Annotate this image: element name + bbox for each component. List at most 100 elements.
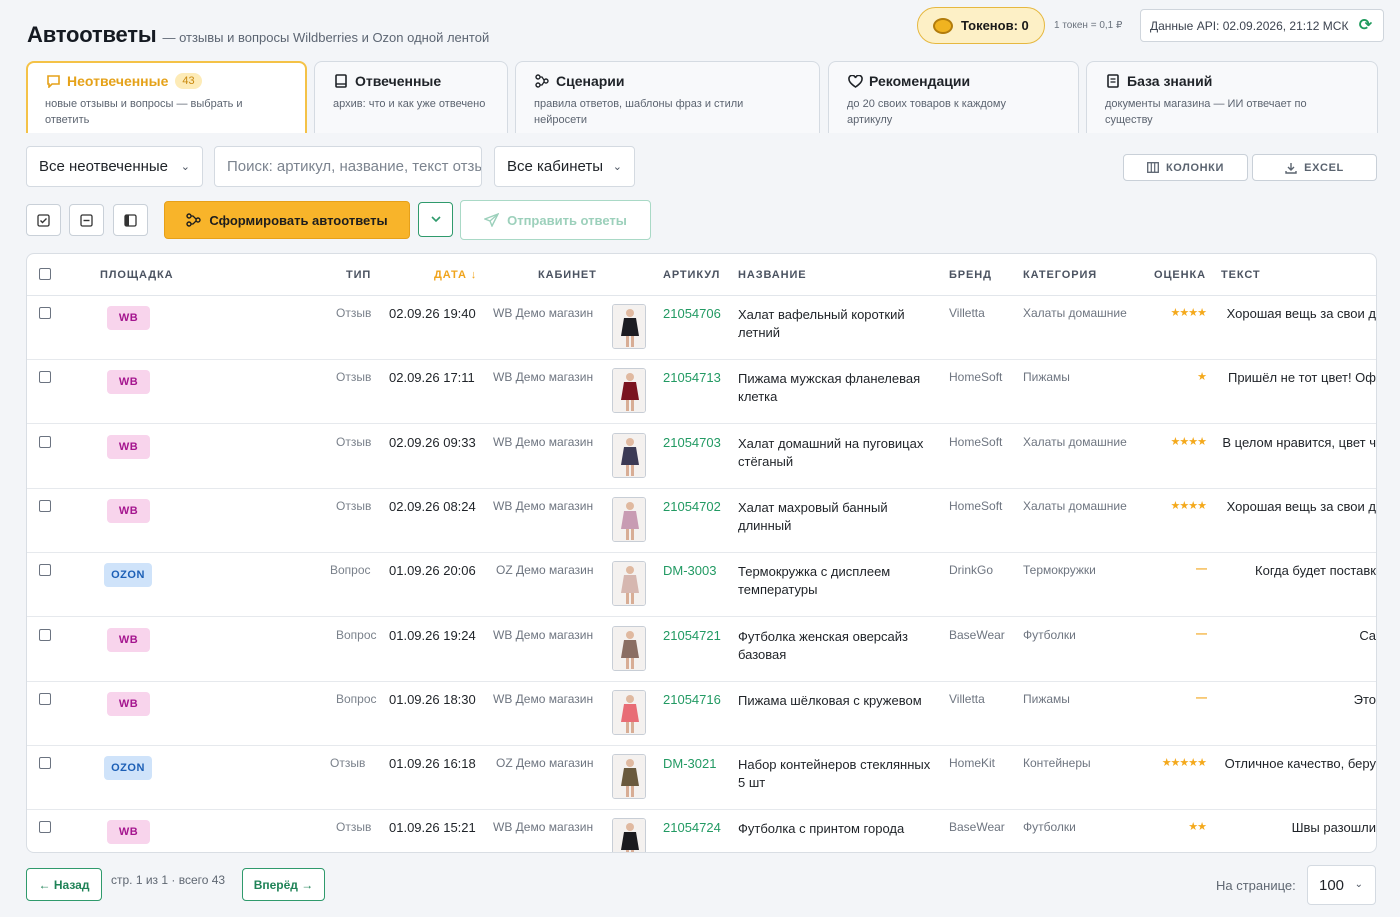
columns-button[interactable]: КОЛОНКИ: [1123, 154, 1248, 181]
row-text: Это: [1216, 692, 1376, 707]
row-date: 02.09.26 19:40: [389, 306, 476, 321]
tab-unanswered[interactable]: Неотвеченные 43 новые отзывы и вопросы —…: [26, 61, 307, 133]
col-cabinet[interactable]: КАБИНЕТ: [538, 269, 597, 281]
tokens-balance[interactable]: Токенов: 0: [917, 7, 1045, 44]
product-thumbnail[interactable]: [612, 496, 646, 542]
search-input[interactable]: [214, 146, 482, 187]
row-article-link[interactable]: 21054706: [663, 306, 721, 321]
table-row[interactable]: WB Отзыв 02.09.26 19:40 WB Демо магазин 2105…: [27, 296, 1376, 360]
row-cabinet: WB Демо магазин: [493, 691, 594, 706]
product-thumbnail[interactable]: [612, 432, 646, 478]
col-rating[interactable]: ОЦЕНКА: [1154, 269, 1206, 281]
table-row[interactable]: WB Отзыв 02.09.26 08:24 WB Демо магазин 2105…: [27, 489, 1376, 553]
row-rating: —: [1196, 563, 1207, 576]
archive-icon: [333, 73, 349, 89]
row-cabinet: WB Демо магазин: [493, 370, 594, 385]
row-article-link[interactable]: 21054716: [663, 692, 721, 707]
row-brand: Villetta: [949, 691, 985, 706]
table-row[interactable]: WB Отзыв 02.09.26 17:11 WB Демо магазин 2105…: [27, 360, 1376, 425]
table-row[interactable]: WB Отзыв 02.09.26 09:33 WB Демо магазин 2105…: [27, 425, 1376, 489]
tab-knowledge-base[interactable]: База знаний документы магазина — ИИ отве…: [1086, 61, 1378, 133]
col-category[interactable]: КАТЕГОРИЯ: [1023, 269, 1097, 281]
row-rating: ★: [1197, 371, 1207, 384]
tab-bar: Неотвеченные 43 новые отзывы и вопросы —…: [26, 61, 1378, 133]
col-date[interactable]: ДАТА ↓: [434, 269, 477, 281]
row-checkbox[interactable]: [39, 371, 51, 384]
row-checkbox[interactable]: [39, 628, 51, 641]
row-article-link[interactable]: DM-3003: [663, 563, 716, 578]
tab-answered[interactable]: Отвеченные архив: что и как уже отвечено: [314, 61, 508, 133]
row-date: 02.09.26 08:24: [389, 498, 476, 514]
row-checkbox[interactable]: [39, 757, 51, 770]
row-cabinet: WB Демо магазин: [493, 627, 594, 642]
row-brand: HomeSoft: [949, 498, 1003, 513]
product-thumbnail[interactable]: [612, 304, 646, 349]
table-row[interactable]: WB Вопрос 01.09.26 18:30 WB Демо магазин 210…: [27, 682, 1376, 746]
product-thumbnail[interactable]: [612, 818, 646, 852]
row-type: Отзыв: [336, 434, 372, 449]
row-article-link[interactable]: 21054724: [663, 820, 721, 835]
platform-badge: WB: [107, 820, 150, 845]
row-article-link[interactable]: 21054713: [663, 370, 721, 385]
deselect-button[interactable]: [69, 204, 104, 236]
row-article-link[interactable]: 21054702: [663, 499, 721, 514]
row-cabinet: WB Демо магазин: [493, 434, 594, 449]
chevron-down-icon: ⌄: [1354, 879, 1363, 890]
table-row[interactable]: WB Вопрос 01.09.26 19:24 WB Демо магазин 210…: [27, 618, 1376, 682]
product-thumbnail[interactable]: [612, 368, 646, 414]
table-row[interactable]: OZON Отзыв 01.09.26 16:18 OZ Демо магазин DM…: [27, 746, 1376, 811]
send-replies-button[interactable]: Отправить ответы: [460, 200, 651, 240]
row-product-name: Футболка женская оверсайз базовая: [738, 628, 908, 662]
product-thumbnail[interactable]: [612, 625, 646, 671]
row-type: Отзыв: [330, 756, 366, 771]
col-brand[interactable]: БРЕНД: [949, 269, 992, 281]
row-rating: ★★: [1188, 821, 1207, 834]
cabinet-filter-select[interactable]: Все кабинеты ⌄: [494, 146, 635, 187]
row-checkbox[interactable]: [39, 564, 51, 577]
status-filter-select[interactable]: Все неотвеченные ⌄: [26, 146, 203, 187]
product-thumbnail[interactable]: [612, 754, 646, 800]
tab-scenarios[interactable]: Сценарии правила ответов, шаблоны фраз и…: [515, 61, 820, 133]
tab-count-badge: 43: [175, 73, 202, 89]
table-row[interactable]: OZON Вопрос 01.09.26 20:06 OZ Демо магазин D…: [27, 553, 1376, 618]
excel-label: EXCEL: [1304, 161, 1344, 174]
per-page-select[interactable]: 100 ⌄: [1307, 865, 1376, 905]
row-checkbox[interactable]: [39, 692, 51, 705]
prev-page-button[interactable]: ← Назад: [26, 868, 102, 901]
row-checkbox[interactable]: [39, 435, 51, 448]
col-type[interactable]: ТИП: [346, 269, 371, 281]
product-thumbnail[interactable]: [612, 689, 646, 735]
col-name[interactable]: НАЗВАНИЕ: [738, 269, 807, 281]
tab-label: Рекомендации: [869, 73, 971, 89]
next-page-button[interactable]: Вперёд →: [242, 868, 325, 901]
row-type: Вопрос: [336, 627, 377, 642]
flow-icon: [534, 73, 550, 89]
row-product-name: Футболка с принтом города: [738, 821, 905, 837]
table-row[interactable]: WB Отзыв 01.09.26 15:21 WB Демо магазин 2105…: [27, 810, 1376, 852]
tab-description: архив: что и как уже отвечено: [333, 98, 486, 110]
generate-options-button[interactable]: [418, 202, 453, 237]
product-thumbnail[interactable]: [612, 561, 646, 607]
excel-export-button[interactable]: EXCEL: [1252, 154, 1377, 181]
col-article[interactable]: АРТИКУЛ: [663, 269, 720, 281]
refresh-icon[interactable]: ⟳: [1357, 17, 1374, 34]
tab-recommendations[interactable]: Рекомендации до 20 своих товаров к каждо…: [828, 61, 1079, 133]
row-checkbox[interactable]: [39, 499, 51, 512]
toggle-panel-button[interactable]: [113, 204, 148, 236]
row-article-link[interactable]: 21054721: [663, 628, 721, 643]
row-checkbox[interactable]: [39, 821, 51, 834]
row-rating: ★★★★: [1170, 307, 1207, 319]
row-article-link[interactable]: DM-3021: [663, 756, 716, 771]
platform-badge: OZON: [104, 756, 152, 781]
row-article-link[interactable]: 21054703: [663, 435, 721, 450]
chevron-down-icon: ⌄: [180, 161, 190, 173]
row-checkbox[interactable]: [39, 307, 51, 319]
col-platform[interactable]: ПЛОЩАДКА: [100, 269, 173, 281]
generate-label: Сформировать автоответы: [209, 212, 388, 228]
select-all-button[interactable]: [26, 204, 61, 236]
generate-autoreplies-button[interactable]: Сформировать автоответы: [164, 201, 410, 239]
row-brand: BaseWear: [949, 820, 1005, 835]
select-all-checkbox[interactable]: [39, 268, 51, 280]
col-text[interactable]: ТЕКСТ: [1221, 269, 1261, 281]
platform-badge: WB: [107, 306, 150, 330]
